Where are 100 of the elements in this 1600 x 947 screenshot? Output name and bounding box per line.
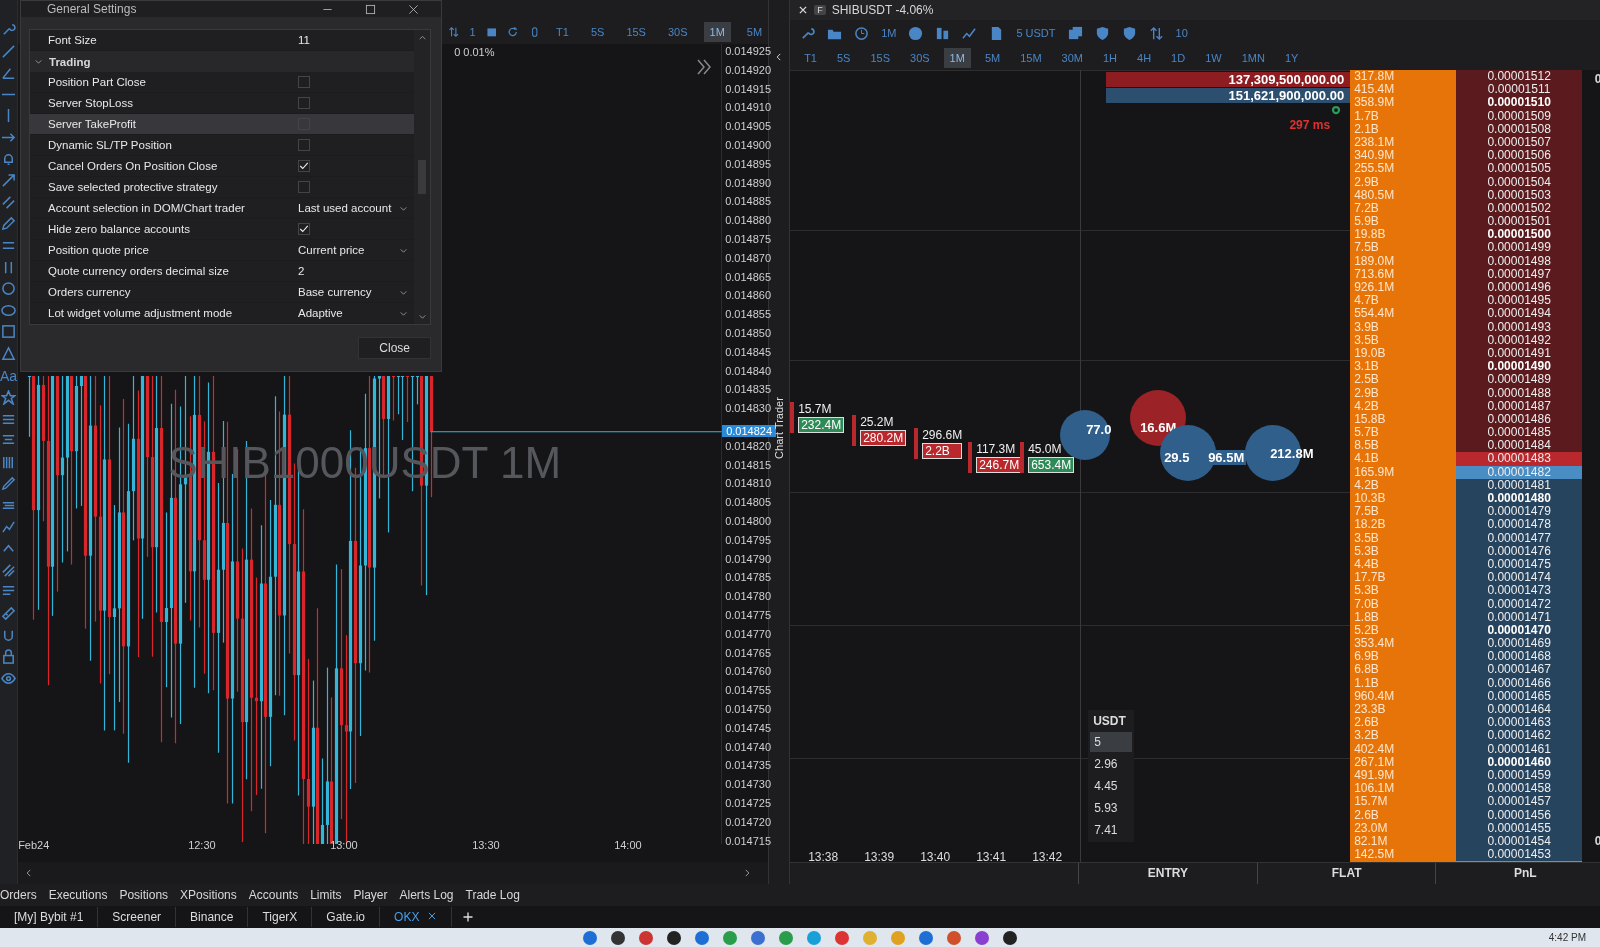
ellipse-icon[interactable] (1, 302, 17, 318)
clock-icon[interactable] (854, 25, 870, 41)
dom-price-cell[interactable]: 0.00001457 (1456, 795, 1583, 809)
timeframe-tab[interactable]: 30S (661, 22, 694, 42)
workspace-tab[interactable]: Gate.io (312, 907, 381, 927)
timeframe-tab[interactable]: T1 (798, 48, 823, 68)
trend-line-icon[interactable] (962, 25, 978, 41)
dom-price-cell[interactable]: 0.00001480 (1456, 492, 1583, 506)
dom-price-cell[interactable]: 0.00001511 (1456, 83, 1583, 97)
dom-price-cell[interactable]: 0.00001512 (1456, 70, 1583, 84)
lot-size-option[interactable]: 5.93 (1090, 798, 1133, 818)
timeframe-tab[interactable]: 1H (1096, 48, 1124, 68)
timeframe-tab[interactable]: 30S (904, 48, 936, 68)
pen-icon[interactable] (1, 476, 17, 492)
parallel-lines-icon[interactable] (1, 194, 17, 210)
setting-value-field[interactable]: 11 (292, 30, 414, 50)
close-icon[interactable] (798, 5, 809, 15)
timeframe-tab[interactable]: T1 (550, 22, 575, 42)
setting-value-field[interactable]: 2 (292, 261, 414, 281)
setting-row[interactable]: Position Part Close (30, 72, 414, 93)
panel-tab[interactable]: Limits (310, 888, 342, 902)
circle-icon[interactable] (1, 281, 17, 297)
sort-arrows-icon[interactable] (448, 25, 460, 39)
dom-price-cell[interactable]: 0.00001489 (1456, 373, 1583, 387)
dom-price-cell[interactable]: 0.00001494 (1456, 307, 1583, 321)
setting-dropdown[interactable]: Last used account (292, 198, 414, 218)
setting-row[interactable]: Font Size 11 (30, 30, 414, 51)
taskbar-app-icon[interactable] (667, 930, 681, 945)
checkbox[interactable] (298, 139, 310, 151)
panel-tab[interactable]: Accounts (248, 888, 299, 902)
sort-arrows-icon[interactable] (1148, 25, 1164, 41)
setting-row[interactable]: Position quote price Current price (30, 240, 414, 261)
dom-price-cell[interactable]: 0.00001458 (1456, 782, 1583, 796)
timeframe-tab[interactable]: 15M (1014, 48, 1048, 68)
dom-price-cell[interactable]: 0.00001474 (1456, 571, 1583, 585)
panel-tab[interactable]: Executions (48, 888, 108, 902)
scroll-up-icon[interactable] (417, 33, 427, 42)
dom-price-cell[interactable]: 0.00001462 (1456, 729, 1583, 743)
panel-tab[interactable]: Alerts Log (399, 888, 454, 902)
timeframe-dropdown[interactable]: 1M (881, 27, 897, 39)
checkbox[interactable] (298, 97, 310, 109)
workspace-tab[interactable]: [My] Bybit #1 (0, 907, 99, 927)
eye-icon[interactable] (1, 670, 17, 686)
count-dropdown[interactable]: 10 (1175, 27, 1188, 39)
dom-price-cell[interactable]: 0.00001464 (1456, 703, 1583, 717)
scroll-down-icon[interactable] (417, 312, 427, 321)
timeframe-tab[interactable]: 1D (1165, 48, 1192, 68)
lot-size-option[interactable]: 4.45 (1090, 776, 1133, 796)
dom-price-cell[interactable]: 0.00001485 (1456, 426, 1583, 440)
dom-price-cell[interactable]: 0.00001483 (1456, 452, 1583, 466)
dom-price-cell[interactable]: 0.00001506 (1456, 149, 1583, 163)
taskbar-app-icon[interactable] (611, 930, 625, 945)
panel-tab[interactable]: Orders (0, 888, 37, 902)
timeframe-tab[interactable]: 1MN (1235, 48, 1271, 68)
setting-dropdown[interactable]: Adaptive (292, 303, 414, 323)
lock-icon[interactable] (1, 649, 17, 665)
lot-size-option[interactable]: 7.41 (1090, 820, 1133, 840)
settings-group-header[interactable]: Trading (30, 51, 414, 72)
refresh-icon[interactable] (507, 25, 519, 39)
plus-icon[interactable] (462, 911, 475, 923)
interval-count-dropdown[interactable]: 1 (469, 26, 476, 38)
timeframe-tab[interactable]: 5M (978, 48, 1007, 68)
setting-dropdown[interactable]: Current price (292, 240, 414, 260)
dom-price-cell[interactable]: 0.00001473 (1456, 584, 1583, 598)
setting-row[interactable]: Server StopLoss (30, 93, 414, 114)
text-tool[interactable]: Aa (0, 367, 18, 384)
double-chevron-icon[interactable] (697, 59, 712, 75)
setting-dropdown[interactable]: Base currency (292, 282, 414, 302)
shield-icon[interactable] (1094, 25, 1110, 41)
dom-price-cell[interactable]: 0.00001490 (1456, 360, 1583, 374)
timeframe-tab[interactable]: 30M (1055, 48, 1089, 68)
panel-tab[interactable]: XPositions (180, 888, 237, 902)
setting-row[interactable]: Save selected protective strategy (30, 177, 414, 198)
panel-tab[interactable]: Positions (119, 888, 169, 902)
setting-row[interactable]: Quote currency orders decimal size 2 (30, 261, 414, 282)
dom-price-cell[interactable]: 0.00001468 (1456, 650, 1583, 664)
chart-trader-label[interactable]: Chart Trader (773, 397, 786, 459)
setting-row[interactable]: Hide zero balance accounts (30, 219, 414, 240)
triangle-icon[interactable] (1, 345, 17, 361)
timeframe-tab[interactable]: 5S (584, 22, 611, 42)
columns-icon[interactable] (935, 25, 951, 41)
checkbox[interactable] (298, 181, 310, 193)
maximize-icon[interactable] (365, 3, 376, 15)
panel-tab[interactable]: Trade Log (465, 888, 520, 902)
zigzag-line-icon[interactable] (1, 519, 17, 535)
dom-price-cell[interactable]: 0.00001479 (1456, 505, 1583, 519)
setting-row[interactable]: Server TakeProfit (30, 114, 414, 135)
wrench-icon[interactable] (800, 25, 816, 41)
dom-price-cell[interactable]: 0.00001500 (1456, 228, 1583, 242)
setting-row[interactable]: Lot widget volume adjustment mode Adaptive (30, 303, 414, 324)
square-icon[interactable] (1, 324, 17, 340)
close-icon[interactable] (427, 911, 438, 921)
dom-price-cell[interactable]: 0.00001453 (1456, 848, 1583, 862)
chevron-down-icon[interactable] (34, 57, 43, 66)
instrument-tab[interactable]: SHIBUSDT -4.06% (831, 3, 934, 17)
dom-price-cell[interactable]: 0.00001496 (1456, 281, 1583, 295)
dom-price-cell[interactable]: 0.00001499 (1456, 241, 1583, 255)
dom-price-cell[interactable]: 0.00001478 (1456, 518, 1583, 532)
checkbox[interactable] (298, 76, 310, 88)
dom-price-cell[interactable]: 0.00001510 (1456, 96, 1583, 110)
